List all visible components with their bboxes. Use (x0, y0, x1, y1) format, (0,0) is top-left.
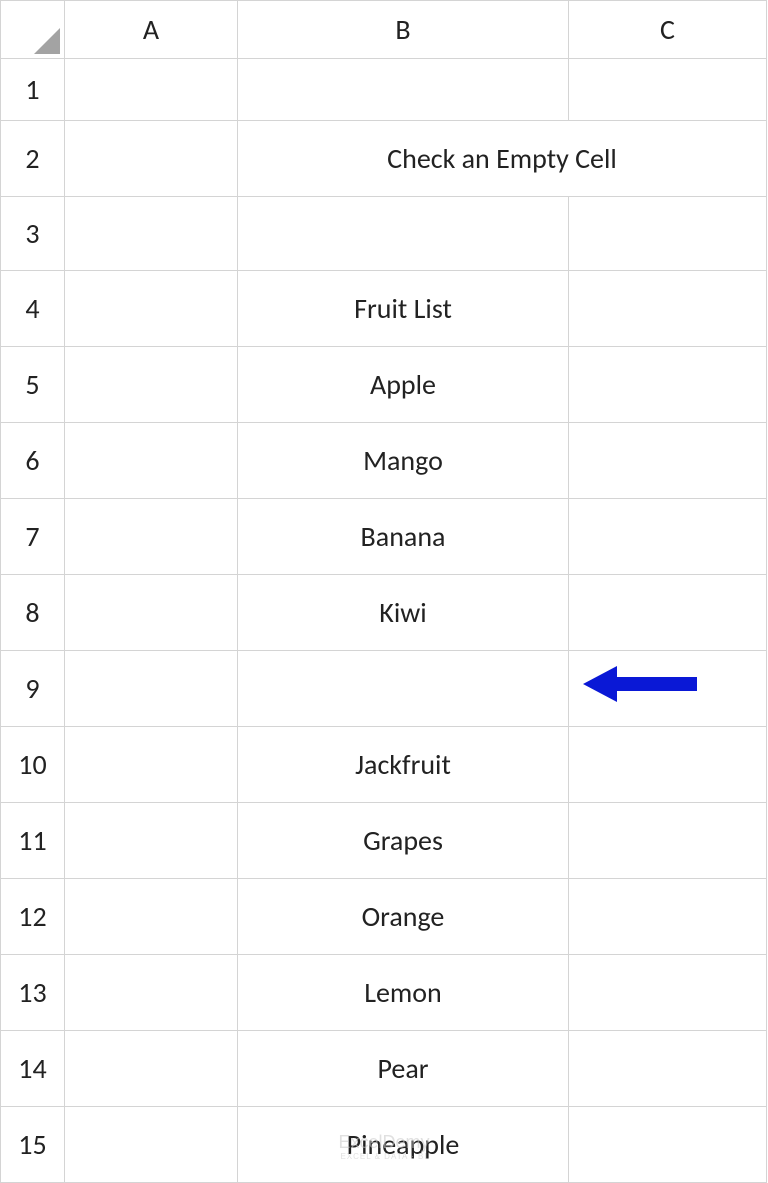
cell-B3[interactable] (238, 197, 569, 271)
cell-B13[interactable]: Lemon (238, 955, 569, 1031)
cell-A15[interactable] (65, 1107, 238, 1183)
row-header-13[interactable]: 13 (1, 955, 65, 1031)
select-all-corner[interactable] (1, 1, 65, 59)
cell-A5[interactable] (65, 347, 238, 423)
cell-B9-empty[interactable] (238, 651, 569, 727)
cell-A7[interactable] (65, 499, 238, 575)
cell-A8[interactable] (65, 575, 238, 651)
cell-A1[interactable] (65, 59, 238, 121)
cell-B5[interactable]: Apple (238, 347, 569, 423)
col-header-C[interactable]: C (569, 1, 767, 59)
spreadsheet-grid[interactable]: A B C 1 2 Check an Empty Cell 3 4 Fruit … (0, 0, 767, 1183)
cell-C14[interactable] (569, 1031, 767, 1107)
cell-A3[interactable] (65, 197, 238, 271)
cell-C7[interactable] (569, 499, 767, 575)
cell-C12[interactable] (569, 879, 767, 955)
row-header-10[interactable]: 10 (1, 727, 65, 803)
cell-B12[interactable]: Orange (238, 879, 569, 955)
cell-B7[interactable]: Banana (238, 499, 569, 575)
cell-B15[interactable]: Pineapple (238, 1107, 569, 1183)
table-header[interactable]: Fruit List (238, 271, 569, 347)
row-header-12[interactable]: 12 (1, 879, 65, 955)
title-cell[interactable]: Check an Empty Cell (238, 121, 767, 197)
row-header-5[interactable]: 5 (1, 347, 65, 423)
row-header-3[interactable]: 3 (1, 197, 65, 271)
cell-A11[interactable] (65, 803, 238, 879)
cell-A2[interactable] (65, 121, 238, 197)
row-header-8[interactable]: 8 (1, 575, 65, 651)
cell-B11[interactable]: Grapes (238, 803, 569, 879)
row-header-6[interactable]: 6 (1, 423, 65, 499)
cell-C13[interactable] (569, 955, 767, 1031)
row-header-4[interactable]: 4 (1, 271, 65, 347)
cell-B8[interactable]: Kiwi (238, 575, 569, 651)
cell-C8[interactable] (569, 575, 767, 651)
row-header-7[interactable]: 7 (1, 499, 65, 575)
cell-C9[interactable] (569, 651, 767, 727)
cell-B1[interactable] (238, 59, 569, 121)
cell-C1[interactable] (569, 59, 767, 121)
cell-C3[interactable] (569, 197, 767, 271)
cell-C6[interactable] (569, 423, 767, 499)
row-header-9[interactable]: 9 (1, 651, 65, 727)
cell-A9[interactable] (65, 651, 238, 727)
row-header-1[interactable]: 1 (1, 59, 65, 121)
row-header-14[interactable]: 14 (1, 1031, 65, 1107)
cell-C11[interactable] (569, 803, 767, 879)
cell-C15[interactable] (569, 1107, 767, 1183)
cell-C5[interactable] (569, 347, 767, 423)
col-header-A[interactable]: A (65, 1, 238, 59)
row-header-11[interactable]: 11 (1, 803, 65, 879)
cell-A10[interactable] (65, 727, 238, 803)
cell-A13[interactable] (65, 955, 238, 1031)
col-header-B[interactable]: B (238, 1, 569, 59)
cell-A6[interactable] (65, 423, 238, 499)
cell-B6[interactable]: Mango (238, 423, 569, 499)
cell-C4[interactable] (569, 271, 767, 347)
cell-A12[interactable] (65, 879, 238, 955)
cell-B10[interactable]: Jackfruit (238, 727, 569, 803)
cell-C10[interactable] (569, 727, 767, 803)
row-header-15[interactable]: 15 (1, 1107, 65, 1183)
row-header-2[interactable]: 2 (1, 121, 65, 197)
cell-B14[interactable]: Pear (238, 1031, 569, 1107)
cell-A14[interactable] (65, 1031, 238, 1107)
cell-A4[interactable] (65, 271, 238, 347)
